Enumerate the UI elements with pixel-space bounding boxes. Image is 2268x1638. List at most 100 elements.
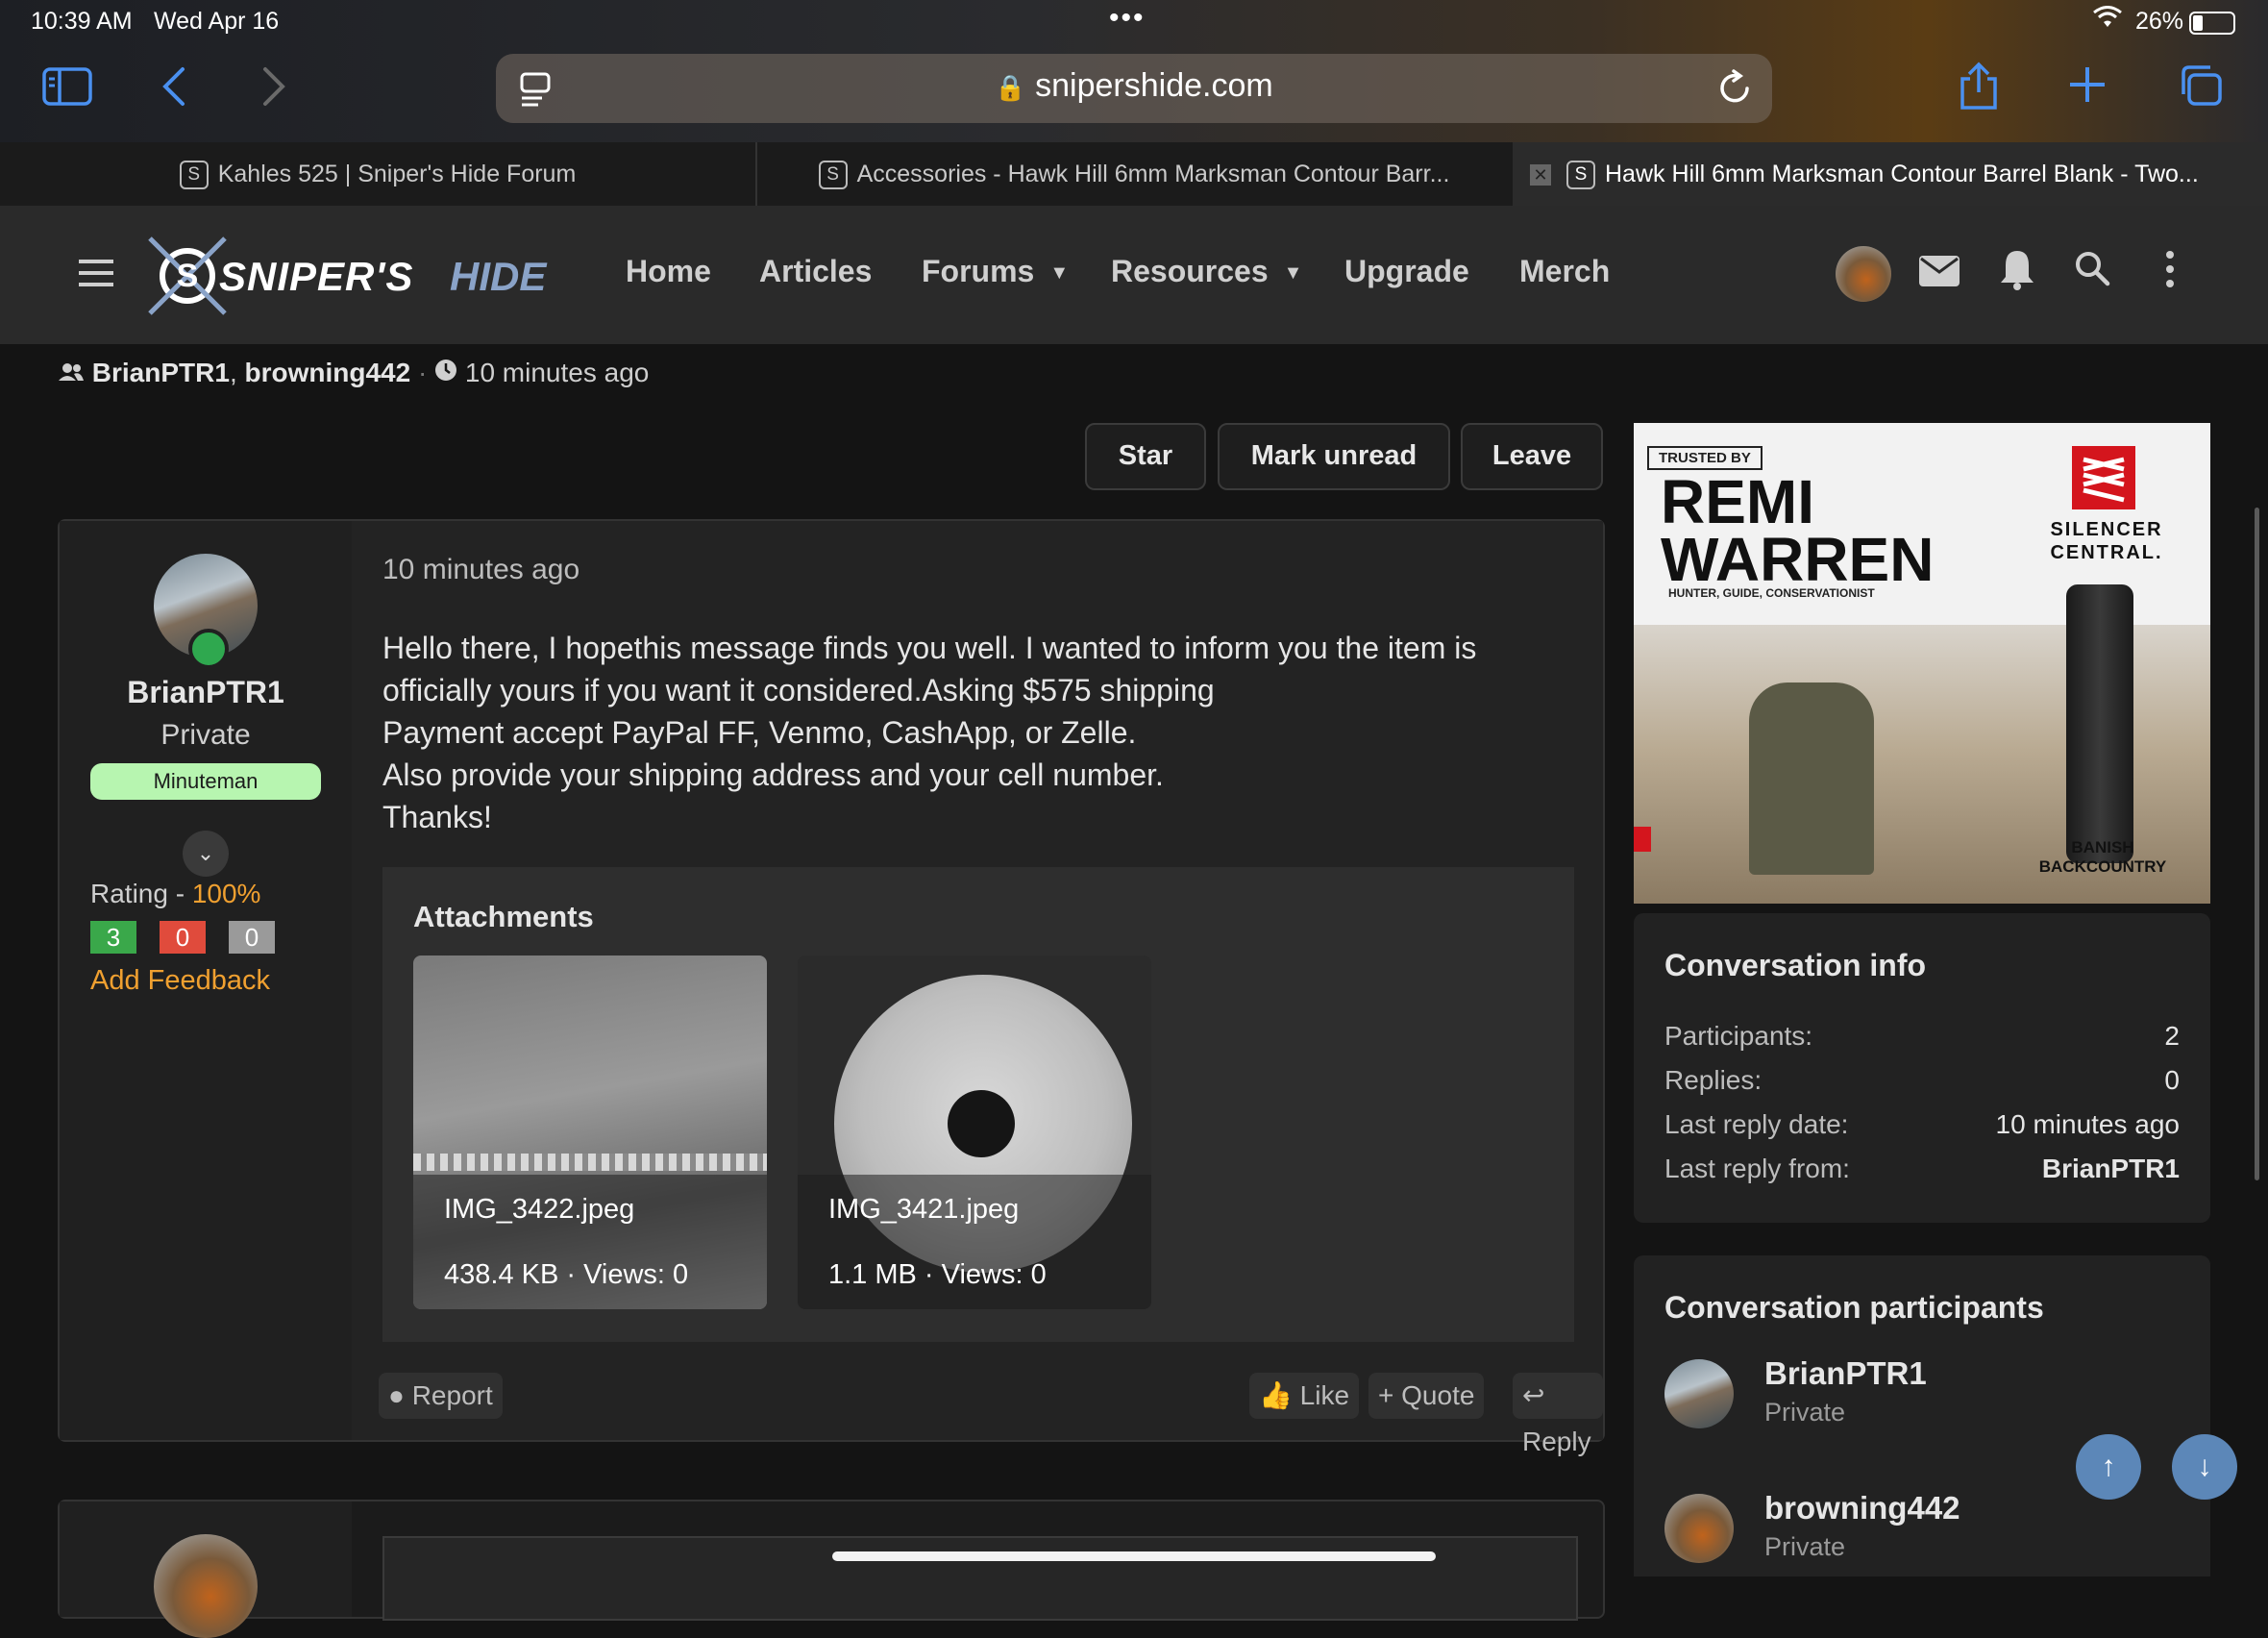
url-text[interactable]: 🔒 snipershide.com: [496, 67, 1772, 105]
clock-icon: [434, 358, 465, 387]
report-button[interactable]: ● Report: [379, 1373, 503, 1419]
ad-name-1: REMI: [1661, 467, 1814, 536]
nav-resources[interactable]: Resources ▼: [1111, 254, 1302, 289]
positive-feedback-count[interactable]: 3: [90, 921, 136, 954]
battery-icon: [2189, 12, 2235, 35]
tabs-overview-icon[interactable]: [2178, 63, 2224, 112]
scrollbar[interactable]: [2255, 508, 2259, 1180]
avatar[interactable]: [154, 1534, 258, 1638]
participant-link[interactable]: browning442: [245, 358, 411, 387]
status-date: Wed Apr 16: [154, 8, 280, 35]
participant-role: Private: [1764, 1398, 1846, 1427]
scroll-up-icon[interactable]: ↑: [2076, 1434, 2141, 1500]
home-indicator: [832, 1551, 1436, 1561]
mail-icon[interactable]: [1918, 254, 1960, 297]
forward-icon[interactable]: [259, 65, 288, 112]
nav-upgrade[interactable]: Upgrade: [1344, 254, 1469, 289]
wifi-icon: [2093, 6, 2122, 36]
scroll-down-icon[interactable]: ↓: [2172, 1434, 2237, 1500]
logo-text-hide: HIDE: [450, 254, 547, 299]
status-time: 10:39 AM: [31, 8, 133, 35]
attachment-thumbnail[interactable]: IMG_3421.jpeg 1.1 MB · Views: 0: [798, 956, 1151, 1309]
svg-text:S: S: [177, 258, 199, 294]
lock-icon: 🔒: [995, 73, 1026, 102]
tab-strip: S Kahles 525 | Sniper's Hide Forum S Acces…: [0, 142, 2268, 206]
participant-link[interactable]: BrianPTR1: [92, 358, 230, 387]
menu-icon[interactable]: [77, 258, 115, 293]
online-status-icon: [188, 629, 229, 669]
add-feedback-link[interactable]: Add Feedback: [90, 965, 270, 997]
conversation-time: 10 minutes ago: [464, 358, 650, 387]
avatar[interactable]: [1664, 1359, 1734, 1428]
favicon-icon: S: [1566, 161, 1595, 190]
ad-brand-1: SILENCER: [2050, 519, 2163, 540]
quote-button[interactable]: + Quote: [1368, 1373, 1485, 1419]
more-vertical-icon[interactable]: [2164, 250, 2176, 298]
tab-accessories[interactable]: S Accessories - Hawk Hill 6mm Marksman Co…: [757, 142, 1511, 206]
negative-feedback-count[interactable]: 0: [160, 921, 206, 954]
attachment-info: 438.4 KB · Views: 0: [444, 1259, 689, 1290]
nav-articles[interactable]: Articles: [759, 254, 872, 289]
rating-value: 100%: [191, 879, 261, 908]
ad-product-2: BACKCOUNTRY: [2038, 857, 2167, 876]
search-icon[interactable]: [2074, 250, 2110, 296]
like-button[interactable]: 👍 Like: [1249, 1373, 1360, 1419]
mark-unread-button[interactable]: Mark unread: [1218, 423, 1450, 490]
conversation-info-title: Conversation info: [1664, 948, 1927, 982]
attachment-thumbnail[interactable]: IMG_3422.jpeg 438.4 KB · Views: 0: [413, 956, 767, 1309]
message-time[interactable]: 10 minutes ago: [382, 554, 579, 586]
user-avatar[interactable]: [1836, 246, 1891, 302]
ad-product-1: BANISH: [2071, 838, 2134, 856]
attachment-info: 1.1 MB · Views: 0: [828, 1259, 1047, 1290]
tab-kahles[interactable]: S Kahles 525 | Sniper's Hide Forum: [0, 142, 757, 206]
ad-brand-2: CENTRAL.: [2050, 542, 2163, 563]
battery-percent: 26%: [2135, 8, 2184, 35]
caret-down-icon[interactable]: ▼: [1284, 262, 1303, 284]
neutral-feedback-count[interactable]: 0: [229, 921, 275, 954]
site-header: S SNIPER'S HIDE Home Articles Forums ▼ Re…: [0, 206, 2268, 344]
reload-icon[interactable]: [1716, 69, 1753, 112]
participant-name[interactable]: BrianPTR1: [1764, 1355, 1927, 1392]
nav-home[interactable]: Home: [626, 254, 711, 289]
hunter-figure: [1749, 682, 1874, 875]
plus-icon: +: [1378, 1380, 1394, 1410]
sidebar-toggle-icon[interactable]: [42, 67, 92, 112]
star-button[interactable]: Star: [1085, 423, 1206, 490]
info-row-participants: Participants: 2: [1664, 1021, 2180, 1051]
site-logo[interactable]: S SNIPER'S HIDE: [144, 233, 577, 319]
conversation-info-panel: Conversation info Participants: 2 Replies…: [1634, 913, 2210, 1223]
more-dots-icon[interactable]: •••: [1109, 2, 1146, 35]
attachments-block: Attachments IMG_3422.jpeg 438.4 KB · Vie…: [382, 867, 1574, 1342]
favicon-icon: S: [179, 161, 209, 190]
address-bar[interactable]: 🔒 snipershide.com: [496, 54, 1772, 123]
new-tab-icon[interactable]: [2068, 65, 2107, 109]
alert-icon: ●: [388, 1380, 405, 1410]
participant-name[interactable]: browning442: [1764, 1490, 1960, 1526]
conversation-participants-panel: Conversation participants BrianPTR1 Priv…: [1634, 1255, 2210, 1576]
back-icon[interactable]: [160, 65, 188, 112]
attachment-name: IMG_3421.jpeg: [828, 1194, 1020, 1225]
browser-chrome: 10:39 AM Wed Apr 16 ••• 26% 🔒 snipershid…: [0, 0, 2268, 142]
participants-title: Conversation participants: [1664, 1290, 2044, 1325]
info-row-last-reply-date: Last reply date: 10 minutes ago: [1664, 1109, 2180, 1139]
leave-button[interactable]: Leave: [1461, 423, 1603, 490]
logo-text-snipers: SNIPER'S: [219, 254, 414, 299]
advertisement[interactable]: TRUSTED BY REMI WARREN HUNTER, GUIDE, CO…: [1634, 423, 2210, 904]
rating: Rating - 100%: [90, 879, 261, 908]
info-row-replies: Replies: 0: [1664, 1065, 2180, 1095]
attachment-name: IMG_3422.jpeg: [444, 1194, 635, 1225]
username[interactable]: BrianPTR1: [60, 675, 352, 710]
close-tab-icon[interactable]: ✕: [1530, 164, 1551, 186]
nav-forums[interactable]: Forums ▼: [922, 254, 1069, 289]
avatar[interactable]: [1664, 1494, 1734, 1563]
ad-name-2: WARREN: [1661, 525, 1935, 594]
share-icon[interactable]: [1957, 62, 2001, 116]
chevron-down-icon[interactable]: ⌄: [183, 831, 229, 877]
caret-down-icon[interactable]: ▼: [1049, 262, 1069, 284]
reply-button[interactable]: ↩ Reply: [1513, 1373, 1603, 1456]
editor-toolbar[interactable]: [382, 1536, 1578, 1621]
nav-merch[interactable]: Merch: [1519, 254, 1610, 289]
bell-icon[interactable]: [1999, 248, 2035, 300]
tab-hawk-hill-active[interactable]: ✕ S Hawk Hill 6mm Marksman Contour Barrel …: [1513, 142, 2268, 206]
participant-role: Private: [1764, 1532, 1846, 1561]
